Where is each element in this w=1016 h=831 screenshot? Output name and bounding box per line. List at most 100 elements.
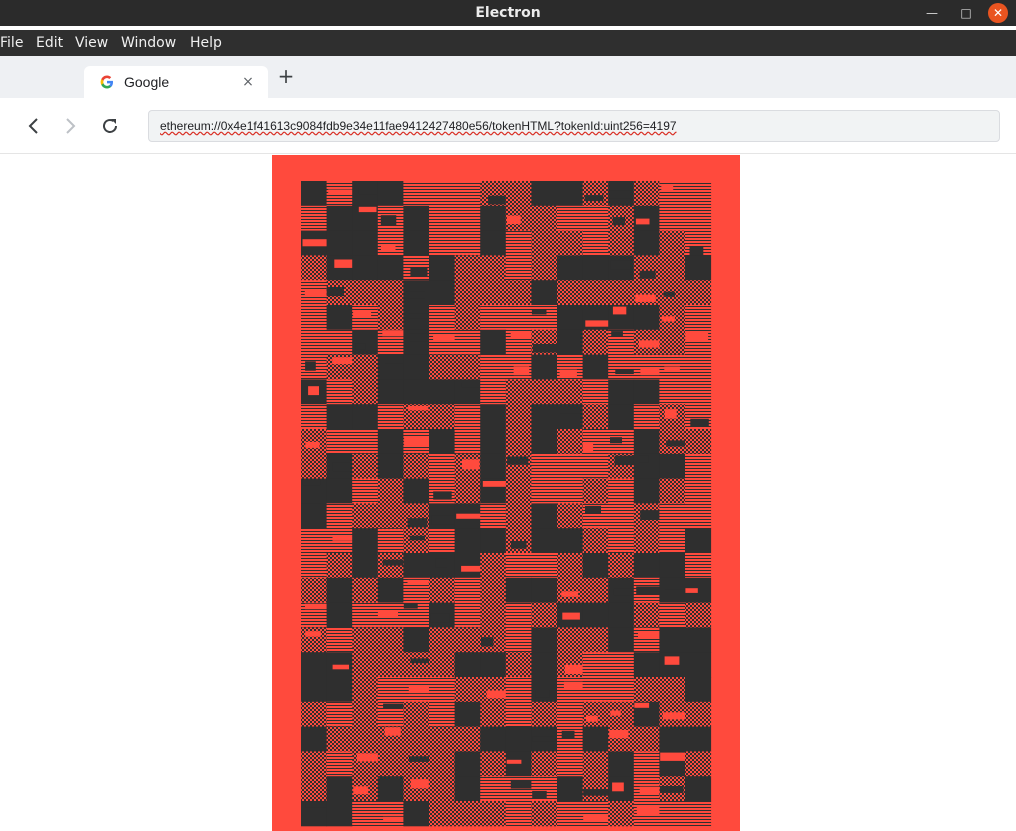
art-cell: [454, 181, 481, 207]
close-window-icon[interactable]: ✕: [988, 3, 1008, 23]
art-cell: [505, 751, 532, 777]
art-cell: [454, 726, 481, 752]
tab-google[interactable]: Google ×: [84, 66, 268, 98]
art-cell: [480, 677, 507, 703]
art-cell: [326, 205, 353, 232]
art-cell: [454, 553, 481, 579]
art-cell: [531, 453, 558, 480]
art-cell: [301, 429, 328, 455]
art-cell: [326, 701, 353, 728]
art-cell: [608, 230, 635, 256]
art-bar: [562, 612, 580, 620]
art-bar: [532, 736, 556, 742]
art-bar: [488, 195, 508, 205]
menu-file[interactable]: File: [0, 30, 23, 56]
art-cell: [326, 503, 353, 529]
art-cell: [429, 205, 456, 232]
menu-view[interactable]: View: [75, 30, 108, 56]
art-cell: [659, 528, 686, 554]
back-arrow-icon[interactable]: [22, 114, 46, 138]
art-cell: [505, 528, 532, 554]
art-cell: [326, 379, 353, 405]
art-cell: [608, 553, 635, 579]
art-cell: [582, 379, 609, 405]
reload-icon[interactable]: [98, 114, 122, 138]
art-cell: [326, 329, 353, 356]
art-cell: [557, 280, 584, 306]
art-cell: [633, 305, 660, 331]
art-cell: [454, 230, 481, 256]
art-cell: [505, 181, 532, 207]
art-bar: [689, 246, 704, 256]
menu-window[interactable]: Window: [121, 30, 176, 56]
art-cell: [480, 305, 507, 331]
art-cell: [480, 354, 507, 380]
art-bar: [302, 479, 321, 486]
art-bar: [409, 535, 425, 541]
art-bar: [612, 306, 627, 315]
art-cell: [480, 230, 507, 256]
art-cell: [557, 751, 584, 777]
art-bar: [435, 558, 447, 568]
art-cell: [454, 528, 481, 554]
art-cell: [352, 379, 379, 405]
art-cell: [326, 726, 353, 752]
art-cell: [659, 255, 686, 281]
art-cell: [531, 429, 558, 455]
art-cell: [505, 627, 532, 653]
art-cell: [685, 776, 712, 802]
art-cell: [685, 652, 712, 678]
art-bar: [685, 588, 698, 593]
art-cell: [633, 230, 660, 256]
art-cell: [582, 726, 609, 752]
art-cell: [557, 553, 584, 579]
art-cell: [352, 305, 379, 331]
art-cell: [557, 528, 584, 554]
forward-arrow-icon[interactable]: [58, 114, 82, 138]
art-cell: [582, 181, 609, 207]
art-cell: [685, 627, 712, 653]
art-bar: [305, 631, 321, 637]
art-bar: [664, 409, 677, 419]
art-cell: [352, 701, 379, 728]
art-cell: [557, 776, 584, 802]
art-cell: [557, 205, 584, 232]
art-bar: [481, 637, 494, 647]
menu-edit[interactable]: Edit: [36, 30, 63, 56]
art-cell: [505, 701, 532, 728]
art-cell: [377, 751, 404, 777]
art-cell: [531, 478, 558, 504]
art-bar: [585, 505, 601, 514]
art-cell: [531, 577, 558, 604]
art-cell: [582, 801, 609, 827]
art-cell: [429, 230, 456, 256]
art-cell: [480, 553, 507, 579]
art-bar: [609, 730, 629, 739]
art-cell: [377, 577, 404, 604]
art-cell: [582, 478, 609, 504]
art-cell: [454, 329, 481, 356]
art-cell: [480, 652, 507, 678]
address-bar[interactable]: ethereum://0x4e1f41613c9084fdb9e34e11fae…: [148, 110, 1000, 142]
art-cell: [557, 701, 584, 728]
art-cell: [301, 528, 328, 554]
art-cell: [429, 776, 456, 802]
art-cell: [531, 205, 558, 232]
art-cell: [659, 553, 686, 579]
art-cell: [301, 205, 328, 232]
art-cell: [352, 230, 379, 256]
art-bar: [690, 418, 709, 427]
art-cell: [608, 478, 635, 504]
menu-help[interactable]: Help: [190, 30, 222, 56]
minimize-icon[interactable]: —: [920, 0, 944, 26]
art-bar: [612, 782, 624, 792]
new-tab-icon[interactable]: +: [276, 66, 296, 86]
art-cell: [352, 726, 379, 752]
maximize-icon[interactable]: □: [954, 0, 978, 26]
art-bar: [304, 290, 329, 296]
art-cell: [633, 726, 660, 752]
art-cell: [454, 627, 481, 653]
close-tab-icon[interactable]: ×: [240, 74, 256, 90]
art-cell: [377, 404, 404, 430]
art-bar: [634, 702, 650, 708]
